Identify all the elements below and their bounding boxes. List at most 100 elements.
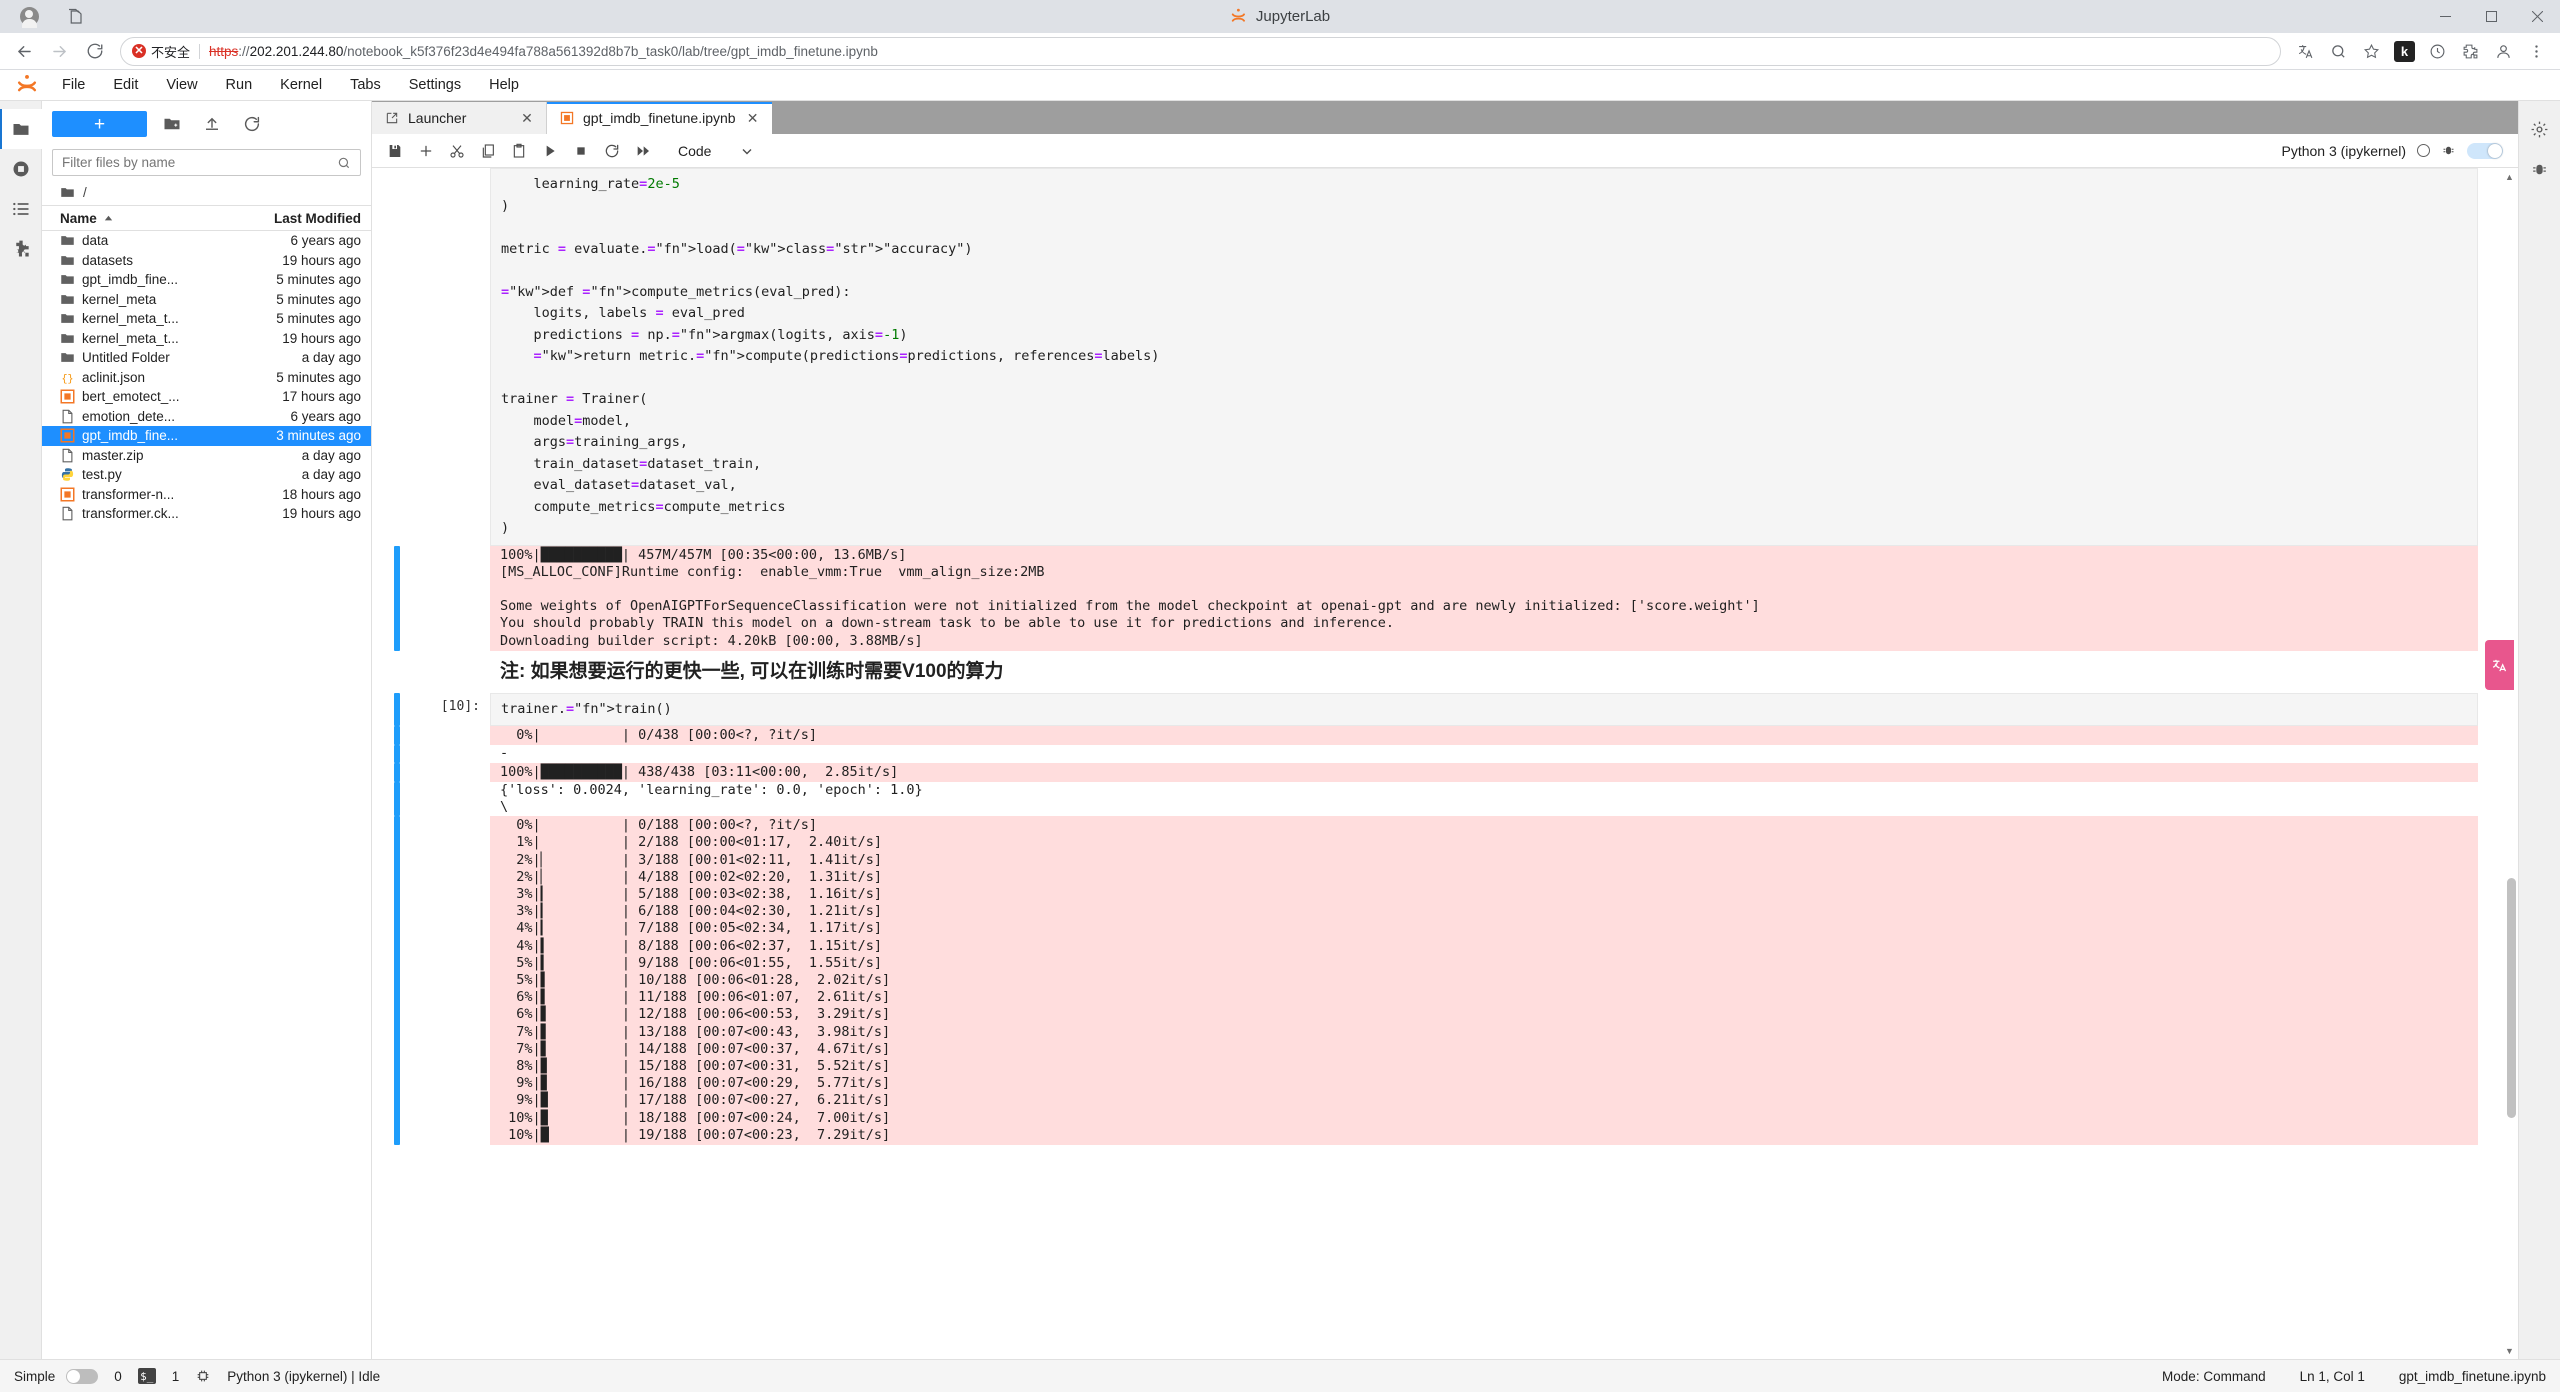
property-inspector-icon[interactable] bbox=[2519, 109, 2560, 149]
file-list-item[interactable]: Untitled Folder a day ago bbox=[42, 348, 371, 368]
paste-cell-button[interactable] bbox=[505, 137, 533, 165]
menu-help[interactable]: Help bbox=[475, 70, 533, 101]
tab-search-icon[interactable] bbox=[58, 4, 92, 30]
file-list-item[interactable]: test.py a day ago bbox=[42, 465, 371, 485]
not-secure-indicator[interactable]: ✕ 不安全 bbox=[132, 42, 190, 61]
insert-cell-button[interactable] bbox=[412, 137, 440, 165]
interrupt-kernel-button[interactable] bbox=[567, 137, 595, 165]
kernel-chip-icon[interactable] bbox=[195, 1368, 211, 1384]
sync-icon[interactable] bbox=[2422, 36, 2453, 67]
cell-collapser[interactable] bbox=[394, 781, 400, 817]
simple-mode-toggle[interactable] bbox=[66, 1368, 99, 1384]
copy-cell-button[interactable] bbox=[474, 137, 502, 165]
cell-collapser[interactable] bbox=[394, 762, 400, 782]
browser-profile-avatar[interactable] bbox=[14, 5, 44, 29]
minimize-button[interactable] bbox=[2422, 0, 2468, 33]
menu-settings[interactable]: Settings bbox=[395, 70, 475, 101]
file-list-item[interactable]: master.zip a day ago bbox=[42, 446, 371, 466]
notebook-output-stderr[interactable]: 0%| | 0/188 [00:00<?, ?it/s] 1%| | 2/188… bbox=[372, 816, 2518, 1146]
file-list-item[interactable]: transformer.ck... 19 hours ago bbox=[42, 504, 371, 524]
menu-edit[interactable]: Edit bbox=[99, 70, 152, 101]
upload-files-icon[interactable] bbox=[196, 111, 227, 137]
cut-cell-button[interactable] bbox=[443, 137, 471, 165]
menu-view[interactable]: View bbox=[152, 70, 211, 101]
browser-menu-icon[interactable] bbox=[2521, 36, 2552, 67]
debugger-panel-icon[interactable] bbox=[2519, 149, 2560, 189]
sidebar-item-extension-manager[interactable] bbox=[0, 229, 42, 269]
notebook-markdown-cell[interactable]: 注: 如果想要运行的更快一些, 可以在训练时需要V100的算力 bbox=[372, 651, 2518, 693]
cell-type-dropdown[interactable]: Code bbox=[672, 143, 759, 159]
extensions-puzzle-icon[interactable] bbox=[2455, 36, 2486, 67]
cell-collapser[interactable] bbox=[394, 692, 400, 727]
reload-button[interactable] bbox=[78, 35, 111, 68]
notebook-scroll-area[interactable]: learning_rate=2e-5 ) metric = evaluate.=… bbox=[372, 168, 2518, 1359]
cell-collapser[interactable] bbox=[394, 745, 400, 763]
restart-and-run-all-button[interactable] bbox=[629, 137, 657, 165]
file-list-item[interactable]: kernel_meta_t... 19 hours ago bbox=[42, 329, 371, 349]
back-button[interactable] bbox=[8, 35, 41, 68]
tab-notebook-close-icon[interactable]: ✕ bbox=[745, 110, 761, 127]
refresh-file-list-icon[interactable] bbox=[236, 111, 267, 137]
kernel-name-label[interactable]: Python 3 (ipykernel) bbox=[2281, 143, 2406, 159]
cell-collapser[interactable] bbox=[394, 545, 400, 651]
tab-launcher-close-icon[interactable]: ✕ bbox=[519, 110, 535, 127]
zoom-search-icon[interactable] bbox=[2323, 36, 2354, 67]
scroll-up-arrow-icon[interactable]: ▲ bbox=[2503, 170, 2516, 183]
column-header-name[interactable]: Name bbox=[60, 211, 253, 226]
maximize-button[interactable] bbox=[2468, 0, 2514, 33]
notebook-vertical-scrollbar[interactable] bbox=[2507, 878, 2516, 1118]
file-list-item[interactable]: data 6 years ago bbox=[42, 231, 371, 251]
sidebar-item-file-browser[interactable] bbox=[0, 109, 42, 149]
sidebar-item-table-of-contents[interactable] bbox=[0, 189, 42, 229]
notebook-output-stderr[interactable]: 0%| | 0/438 [00:00<?, ?it/s] bbox=[372, 726, 2518, 746]
tab-launcher[interactable]: Launcher ✕ bbox=[372, 102, 547, 134]
address-bar[interactable]: ✕ 不安全 https://202.201.244.80/notebook_k5… bbox=[120, 36, 2281, 66]
cursor-position[interactable]: Ln 1, Col 1 bbox=[2300, 1369, 2365, 1384]
menu-run[interactable]: Run bbox=[212, 70, 267, 101]
column-header-modified[interactable]: Last Modified bbox=[253, 211, 371, 226]
scroll-down-arrow-icon[interactable]: ▼ bbox=[2503, 1344, 2516, 1357]
bookmark-star-icon[interactable] bbox=[2356, 36, 2387, 67]
floating-assistant-button[interactable] bbox=[2485, 640, 2514, 690]
translate-icon[interactable] bbox=[2290, 36, 2321, 67]
file-list-item[interactable]: bert_emotect_... 17 hours ago bbox=[42, 387, 371, 407]
file-list-item[interactable]: emotion_dete... 6 years ago bbox=[42, 407, 371, 427]
file-list-item[interactable]: transformer-n... 18 hours ago bbox=[42, 485, 371, 505]
notebook-output-stderr[interactable]: 100%|██████████| 457M/457M [00:35<00:00,… bbox=[372, 545, 2518, 651]
notebook-output-stdout[interactable]: - bbox=[372, 745, 2518, 763]
file-filter-box[interactable] bbox=[52, 149, 361, 176]
file-list-item[interactable]: {} aclinit.json 5 minutes ago bbox=[42, 368, 371, 388]
menu-kernel[interactable]: Kernel bbox=[266, 70, 336, 101]
file-list-item[interactable]: gpt_imdb_fine... 5 minutes ago bbox=[42, 270, 371, 290]
menu-file[interactable]: File bbox=[48, 70, 99, 101]
debugger-icon[interactable] bbox=[2441, 143, 2456, 158]
notebook-code-cell[interactable]: [10]: trainer.="fn">train() bbox=[372, 692, 2518, 727]
file-list-item[interactable]: kernel_meta 5 minutes ago bbox=[42, 290, 371, 310]
cell-collapser[interactable] bbox=[394, 726, 400, 746]
debugger-toggle[interactable] bbox=[2467, 142, 2503, 159]
notebook-code-cell[interactable]: learning_rate=2e-5 ) metric = evaluate.=… bbox=[372, 168, 2518, 546]
notebook-output-stdout[interactable]: {'loss': 0.0024, 'learning_rate': 0.0, '… bbox=[372, 781, 2518, 817]
new-folder-icon[interactable] bbox=[156, 111, 187, 137]
cell-collapser[interactable] bbox=[394, 816, 400, 1146]
run-cell-button[interactable] bbox=[536, 137, 564, 165]
code-editor[interactable]: learning_rate=2e-5 ) metric = evaluate.=… bbox=[490, 168, 2478, 546]
notebook-output-stderr[interactable]: 100%|██████████| 438/438 [03:11<00:00, 2… bbox=[372, 762, 2518, 782]
sidebar-item-running[interactable] bbox=[0, 149, 42, 189]
terminal-icon[interactable]: $_ bbox=[137, 1368, 156, 1384]
tab-notebook[interactable]: gpt_imdb_finetune.ipynb ✕ bbox=[547, 102, 772, 134]
markdown-rendered[interactable]: 注: 如果想要运行的更快一些, 可以在训练时需要V100的算力 bbox=[490, 651, 2478, 693]
file-list-item[interactable]: datasets 19 hours ago bbox=[42, 251, 371, 271]
file-list-item[interactable]: kernel_meta_t... 5 minutes ago bbox=[42, 309, 371, 329]
breadcrumb[interactable]: / bbox=[42, 180, 371, 205]
save-button[interactable] bbox=[381, 137, 409, 165]
code-editor[interactable]: trainer.="fn">train() bbox=[490, 692, 2478, 727]
new-launcher-button[interactable]: + bbox=[52, 111, 147, 137]
simple-mode-toggle-group[interactable]: Simple bbox=[14, 1368, 99, 1384]
file-filter-input[interactable] bbox=[62, 155, 337, 170]
extension-k-icon[interactable]: k bbox=[2389, 36, 2420, 67]
close-button[interactable] bbox=[2514, 0, 2560, 33]
file-list-item[interactable]: gpt_imdb_fine... 3 minutes ago bbox=[42, 426, 371, 446]
restart-kernel-button[interactable] bbox=[598, 137, 626, 165]
profile-avatar-icon[interactable] bbox=[2488, 36, 2519, 67]
